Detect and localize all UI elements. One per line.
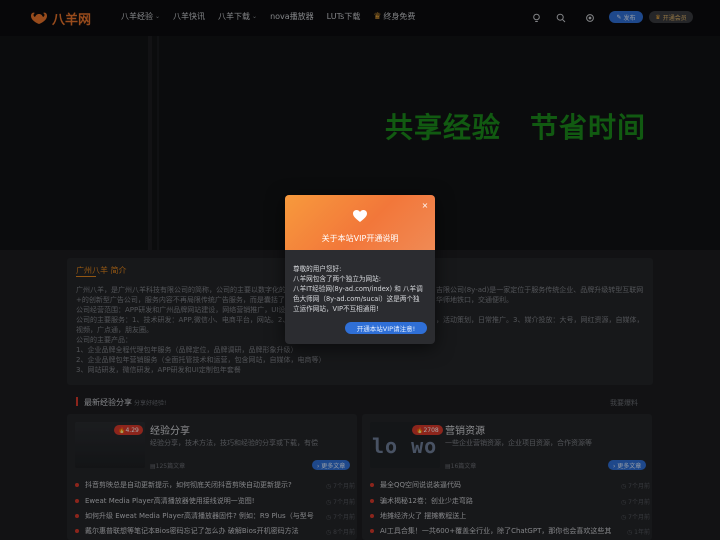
modal-body: 尊敬的用户您好: 八羊网包含了两个独立为网站: 八羊IT经验网(8y-ad.co… [293, 264, 429, 314]
modal-line: 尊敬的用户您好: [293, 265, 342, 273]
heart-icon [353, 210, 367, 222]
modal-line: 八羊网包含了两个独立为网站: [293, 275, 381, 283]
modal-title: 关于本站VIP开通说明 [321, 234, 399, 243]
vip-notice-button[interactable]: 开通本站VIP请注意! [345, 322, 427, 334]
modal-line: 八羊IT经验网(8y-ad.com/index) 和 八羊调 [293, 285, 423, 293]
modal-line: 色大师网（8y-ad.com/sucai）这是两个独 [293, 295, 420, 303]
modal-line: 立运作网站，VIP不互相通用! [293, 305, 379, 313]
close-icon[interactable]: × [420, 200, 430, 210]
